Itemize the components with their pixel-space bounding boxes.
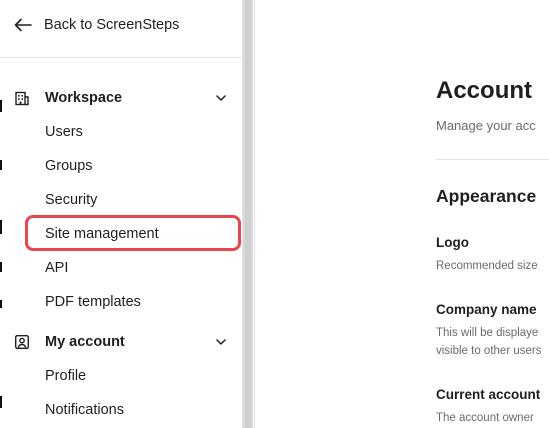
building-icon	[14, 89, 32, 107]
back-link-label: Back to ScreenSteps	[44, 17, 180, 33]
current-account-help-text: The account owner	[436, 412, 534, 424]
sidebar-divider	[0, 57, 242, 58]
sidebar-item-groups[interactable]: Groups	[45, 153, 93, 179]
current-account-label: Current account	[436, 387, 541, 402]
chevron-down-icon	[216, 336, 228, 348]
scrollbar-thumb[interactable]	[245, 0, 251, 428]
main-content: Account Manage your acc Appearance Logo …	[254, 0, 549, 428]
user-square-icon	[14, 333, 32, 351]
chevron-down-icon	[216, 92, 228, 104]
arrow-left-icon	[14, 18, 32, 32]
sidebar-item-pdf-templates[interactable]: PDF templates	[45, 289, 141, 315]
workspace-section-header[interactable]: Workspace	[14, 85, 228, 111]
workspace-section-title: Workspace	[45, 90, 123, 106]
sidebar-item-profile[interactable]: Profile	[45, 363, 86, 389]
page-subtitle: Manage your acc	[436, 118, 536, 133]
page-title: Account	[436, 77, 532, 104]
settings-sidebar: Back to ScreenSteps Workspace Users Grou…	[0, 0, 243, 428]
sidebar-item-users[interactable]: Users	[45, 119, 83, 145]
appearance-heading: Appearance	[436, 186, 537, 206]
sidebar-item-notifications[interactable]: Notifications	[45, 397, 124, 423]
my-account-section-header[interactable]: My account	[14, 329, 228, 355]
logo-help-text: Recommended size	[436, 260, 538, 272]
sidebar-item-security[interactable]: Security	[45, 187, 97, 213]
company-name-help-text: This will be displaye	[436, 327, 539, 339]
back-to-screensteps-link[interactable]: Back to ScreenSteps	[14, 12, 179, 38]
my-account-section-title: My account	[45, 334, 125, 350]
company-name-help-text-line2: visible to other users	[436, 345, 542, 357]
sidebar-item-api[interactable]: API	[45, 255, 68, 281]
site-management-highlight	[25, 215, 241, 251]
content-divider	[436, 159, 549, 160]
company-name-label: Company name	[436, 302, 537, 317]
logo-label: Logo	[436, 235, 469, 250]
sidebar-scrollbar[interactable]	[243, 0, 253, 428]
